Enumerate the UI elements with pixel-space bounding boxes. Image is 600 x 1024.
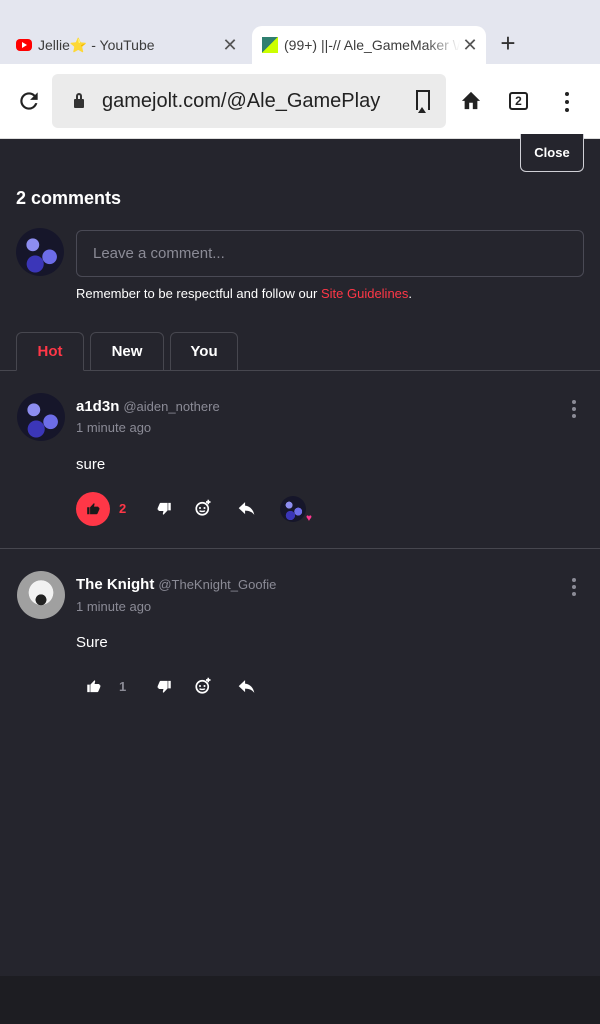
guidelines-note: Remember to be respectful and follow our… xyxy=(76,286,412,301)
comments-count: 2 comments xyxy=(16,188,122,208)
close-icon[interactable]: ✕ xyxy=(460,35,480,55)
tab-title: (99+) ||-// Ale_GameMaker \/ xyxy=(284,37,460,53)
avatar[interactable] xyxy=(16,228,64,276)
tab-you[interactable]: You xyxy=(170,332,238,371)
more-options-icon[interactable] xyxy=(572,400,576,421)
comment-text: Sure xyxy=(76,634,108,651)
reply-icon[interactable] xyxy=(238,679,255,694)
tab-gamejolt[interactable]: (99+) ||-// Ale_GameMaker \/ ✕ xyxy=(252,26,486,64)
reply-icon[interactable] xyxy=(238,501,255,516)
author-handle: @TheKnight_Goofie xyxy=(158,577,277,592)
tab-title: Jellie⭐ - YouTube xyxy=(38,36,155,53)
comment-input[interactable]: Leave a comment... xyxy=(76,230,584,277)
youtube-icon xyxy=(16,39,32,51)
tab-hot[interactable]: Hot xyxy=(16,332,84,371)
sort-tabs: Hot New You xyxy=(0,332,600,371)
add-reaction-icon[interactable] xyxy=(194,677,212,695)
close-button[interactable]: Close xyxy=(520,134,584,172)
lock-icon xyxy=(74,92,84,108)
url-text[interactable]: gamejolt.com/@Ale_GamePlay xyxy=(102,90,398,113)
browser-menu-icon[interactable] xyxy=(565,92,569,116)
like-button[interactable] xyxy=(76,492,110,526)
comment-time: 1 minute ago xyxy=(76,420,152,435)
add-reaction-icon[interactable] xyxy=(194,499,212,517)
tab-youtube[interactable]: Jellie⭐ - YouTube ✕ xyxy=(16,26,246,64)
author-handle: @aiden_nothere xyxy=(123,399,220,414)
gamejolt-icon xyxy=(262,37,278,53)
home-icon[interactable] xyxy=(460,90,482,110)
like-count: 1 xyxy=(119,679,127,694)
bookmark-icon[interactable] xyxy=(416,90,430,113)
heart-icon: ♥ xyxy=(306,513,312,524)
browser-tab-strip: Jellie⭐ - YouTube ✕ (99+) ||-// Ale_Game… xyxy=(0,0,600,64)
bottom-bar xyxy=(0,976,600,1024)
site-guidelines-link[interactable]: Site Guidelines xyxy=(321,286,408,301)
new-tab-icon[interactable]: + xyxy=(496,30,520,56)
reactor-avatar[interactable] xyxy=(280,496,306,522)
comment-author[interactable]: a1d3n @aiden_nothere xyxy=(76,398,220,415)
tab-count-button[interactable]: 2 xyxy=(509,92,528,110)
thumbs-up-icon xyxy=(87,503,100,515)
divider xyxy=(0,548,600,549)
thumbs-down-icon[interactable] xyxy=(157,501,172,516)
guidelines-end: . xyxy=(408,286,413,301)
reload-icon[interactable] xyxy=(16,88,42,114)
comment-text: sure xyxy=(76,456,106,473)
more-options-icon[interactable] xyxy=(572,578,576,599)
author-name: a1d3n xyxy=(76,398,120,415)
author-name: The Knight xyxy=(76,576,155,593)
tab-new[interactable]: New xyxy=(90,332,164,371)
thumbs-down-icon[interactable] xyxy=(157,679,172,694)
comment-time: 1 minute ago xyxy=(76,599,152,614)
like-count: 2 xyxy=(119,501,127,516)
browser-toolbar: gamejolt.com/@Ale_GamePlay 2 xyxy=(0,64,600,139)
close-icon[interactable]: ✕ xyxy=(220,35,240,55)
avatar[interactable] xyxy=(17,393,65,441)
thumbs-up-icon[interactable] xyxy=(86,679,101,694)
avatar[interactable] xyxy=(17,571,65,619)
address-bar[interactable]: gamejolt.com/@Ale_GamePlay xyxy=(52,74,446,128)
comment-author[interactable]: The Knight @TheKnight_Goofie xyxy=(76,576,276,593)
guidelines-text: Remember to be respectful and follow our xyxy=(76,286,321,301)
